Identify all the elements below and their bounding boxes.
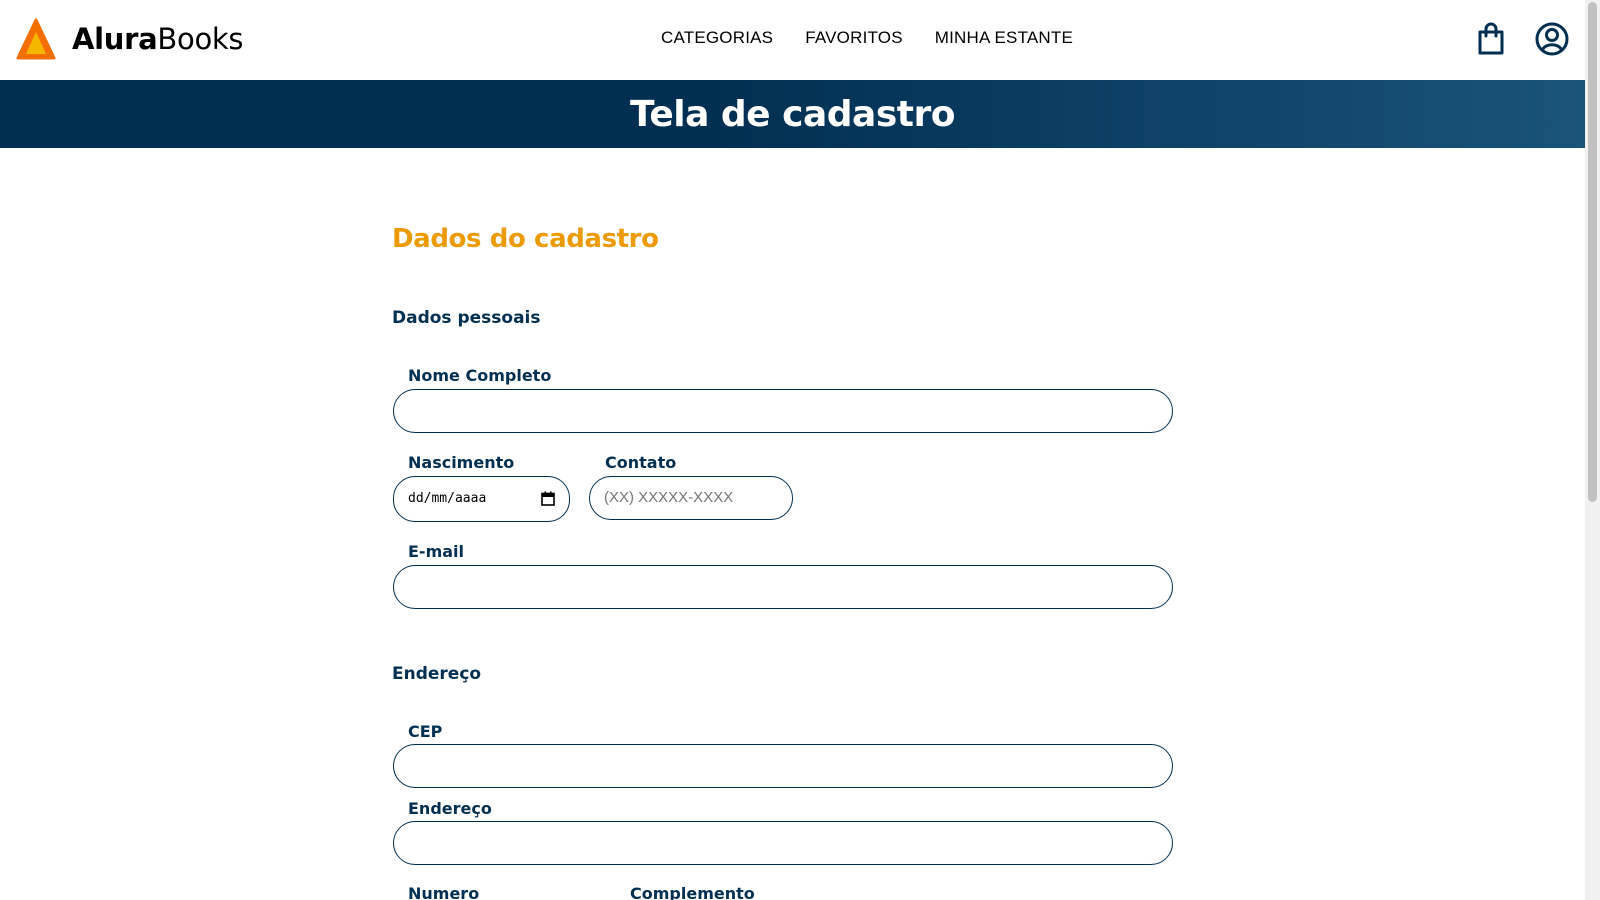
cep-input[interactable] bbox=[393, 744, 1173, 788]
top-navigation: AluraBooks CATEGORIAS FAVORITOS MINHA ES… bbox=[0, 0, 1585, 80]
page-banner: Tela de cadastro bbox=[0, 80, 1585, 148]
full-name-input[interactable] bbox=[393, 389, 1173, 433]
brand-logo[interactable]: AluraBooks bbox=[16, 18, 244, 60]
email-input[interactable] bbox=[393, 565, 1173, 609]
cep-label: CEP bbox=[408, 722, 443, 741]
main-nav: CATEGORIAS FAVORITOS MINHA ESTANTE bbox=[661, 28, 1073, 48]
contact-input[interactable]: (XX) XXXXX-XXXX bbox=[589, 476, 793, 520]
full-name-label: Nome Completo bbox=[408, 366, 552, 385]
number-label: Numero bbox=[408, 884, 480, 900]
logo-triangle-icon bbox=[16, 18, 56, 60]
form-title: Dados do cadastro bbox=[392, 224, 659, 254]
brand-name-light: Books bbox=[157, 22, 244, 56]
complement-label: Complemento bbox=[630, 884, 755, 900]
page-scrollbar[interactable] bbox=[1585, 0, 1600, 900]
section-personal-data: Dados pessoais bbox=[392, 308, 541, 328]
scrollbar-thumb[interactable] bbox=[1588, 2, 1597, 502]
brand-name: AluraBooks bbox=[72, 22, 244, 56]
email-label: E-mail bbox=[408, 542, 465, 561]
birth-date-value: dd/mm/aaaa bbox=[408, 491, 487, 506]
birth-date-label: Nascimento bbox=[408, 453, 515, 472]
contact-label: Contato bbox=[605, 453, 677, 472]
nav-favoritos[interactable]: FAVORITOS bbox=[805, 28, 903, 48]
street-input[interactable] bbox=[393, 821, 1173, 865]
contact-placeholder: (XX) XXXXX-XXXX bbox=[604, 489, 734, 506]
brand-name-bold: Alura bbox=[72, 22, 158, 56]
section-address: Endereço bbox=[392, 664, 482, 684]
street-label: Endereço bbox=[408, 799, 492, 818]
nav-minha-estante[interactable]: MINHA ESTANTE bbox=[935, 28, 1073, 48]
birth-date-input[interactable]: dd/mm/aaaa bbox=[393, 476, 570, 522]
user-icon[interactable] bbox=[1535, 22, 1569, 56]
page-title: Tela de cadastro bbox=[630, 93, 955, 135]
nav-categorias[interactable]: CATEGORIAS bbox=[661, 28, 773, 48]
bag-icon[interactable] bbox=[1476, 22, 1506, 56]
calendar-icon[interactable] bbox=[541, 491, 555, 506]
